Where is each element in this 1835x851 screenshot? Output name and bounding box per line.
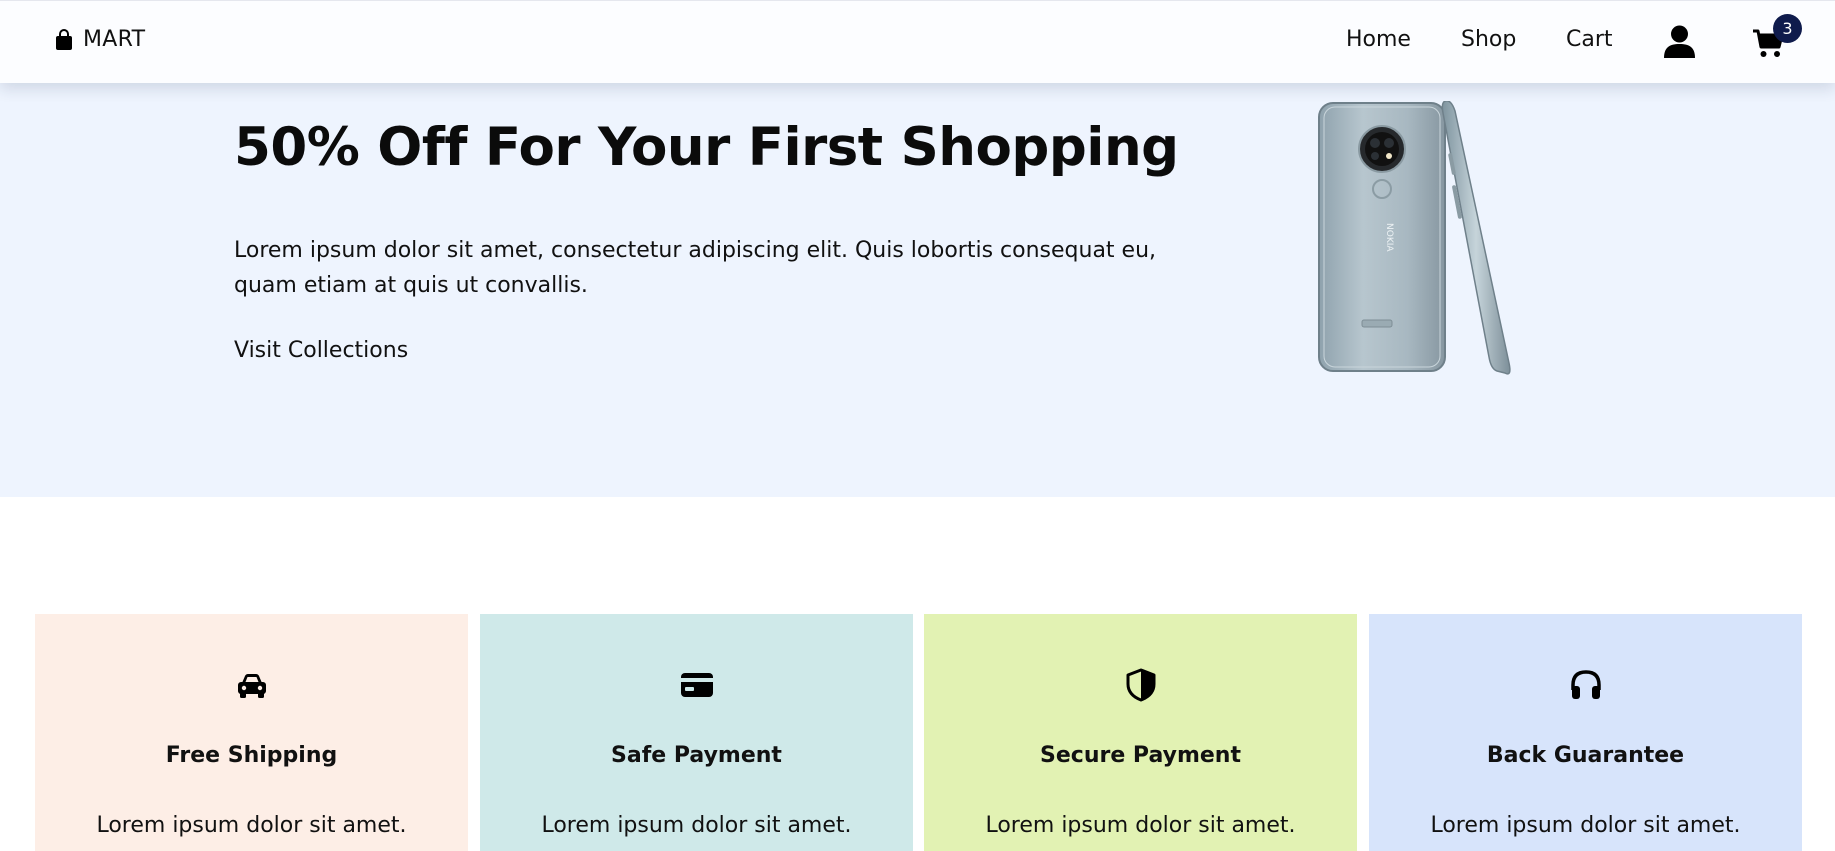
feature-title: Safe Payment — [611, 743, 782, 768]
smartphone-product-image: NOKIA — [1318, 101, 1511, 375]
brand-logo[interactable]: MART — [54, 27, 145, 52]
cart-count-badge: 3 — [1773, 14, 1802, 43]
navbar: MART Home Shop Cart 3 — [0, 0, 1835, 83]
nav-link-cart[interactable]: Cart — [1566, 27, 1613, 52]
feature-text: Lorem ipsum dolor sit amet. — [1430, 813, 1741, 838]
nav-link-shop[interactable]: Shop — [1461, 27, 1516, 52]
feature-text: Lorem ipsum dolor sit amet. — [541, 813, 852, 838]
hero-banner: 50% Off For Your First Shopping Lorem ip… — [0, 83, 1835, 497]
user-icon[interactable] — [1664, 25, 1695, 58]
feature-title: Free Shipping — [165, 743, 338, 768]
nav-link-home[interactable]: Home — [1346, 27, 1411, 52]
headphones-icon — [1570, 670, 1601, 699]
features-section: Free Shipping Lorem ipsum dolor sit amet… — [35, 614, 1802, 851]
hero-title: 50% Off For Your First Shopping — [234, 117, 1179, 178]
feature-title: Secure Payment — [1040, 743, 1241, 768]
visit-collections-link[interactable]: Visit Collections — [234, 338, 408, 363]
feature-card-back-guarantee: Back Guarantee Lorem ipsum dolor sit ame… — [1369, 614, 1802, 851]
feature-card-secure-payment: Secure Payment Lorem ipsum dolor sit ame… — [924, 614, 1357, 851]
feature-text: Lorem ipsum dolor sit amet. — [985, 813, 1296, 838]
shopping-bag-icon — [56, 28, 72, 50]
feature-title: Back Guarantee — [1486, 743, 1685, 768]
credit-card-icon — [680, 673, 713, 697]
feature-card-free-shipping: Free Shipping Lorem ipsum dolor sit amet… — [35, 614, 468, 851]
feature-text: Lorem ipsum dolor sit amet. — [96, 813, 407, 838]
hero-description: Lorem ipsum dolor sit amet, consectetur … — [234, 238, 1157, 298]
brand-name: MART — [83, 27, 146, 52]
svg-text:NOKIA: NOKIA — [1384, 223, 1394, 252]
feature-card-safe-payment: Safe Payment Lorem ipsum dolor sit amet. — [480, 614, 913, 851]
car-icon — [237, 674, 266, 698]
shield-icon — [1126, 668, 1155, 702]
